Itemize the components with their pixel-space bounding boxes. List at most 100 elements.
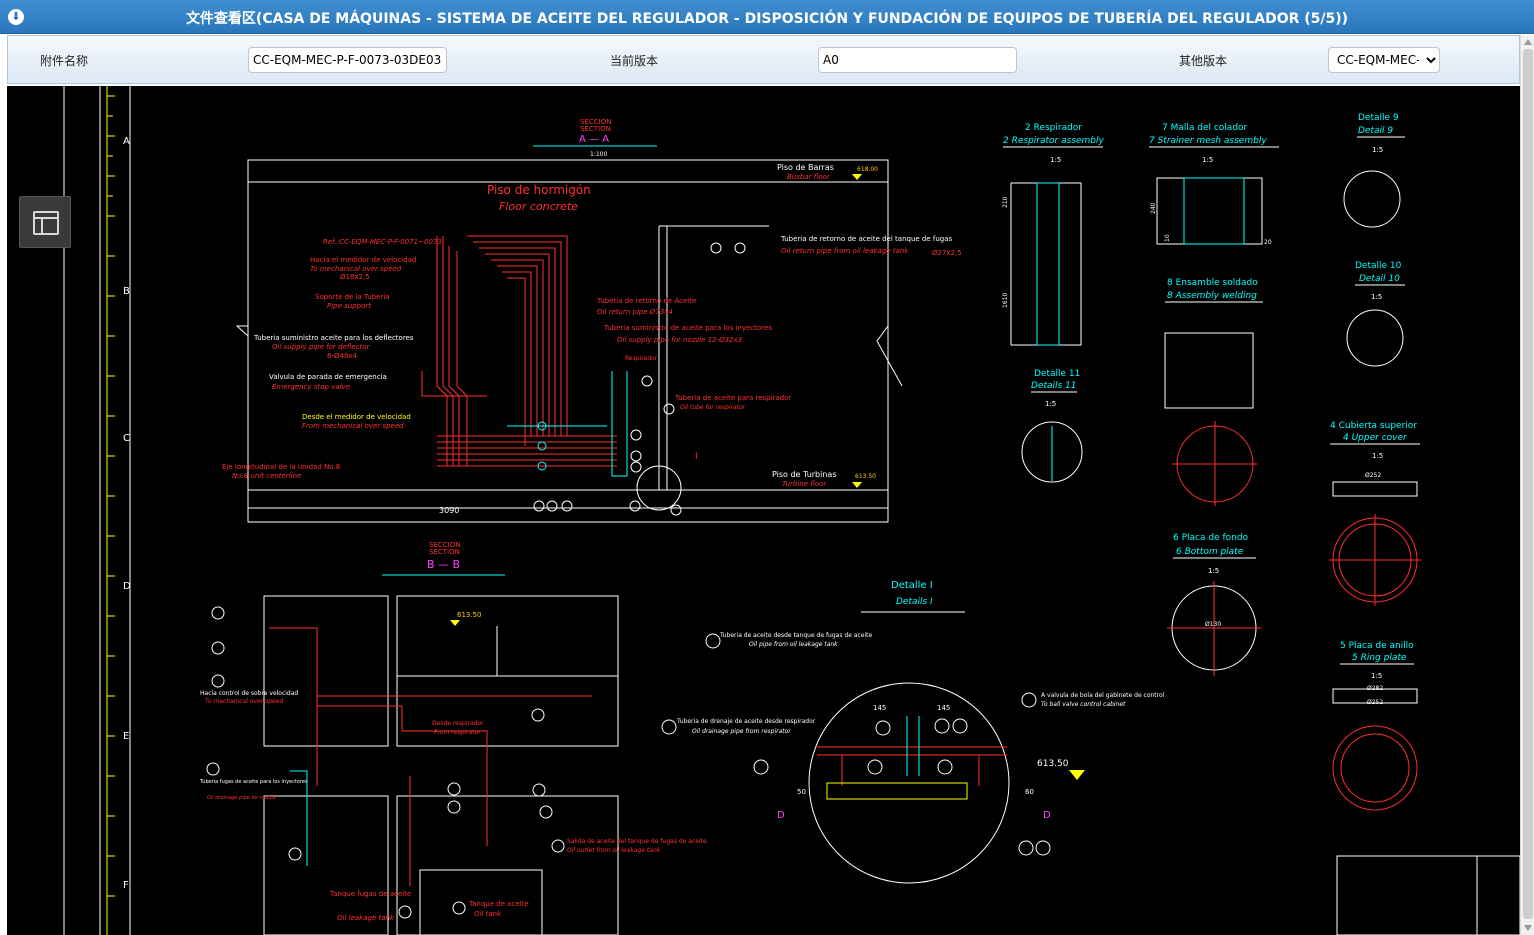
ruler-letter-f: F bbox=[123, 880, 129, 891]
scroll-up-arrow-icon[interactable] bbox=[1524, 39, 1532, 45]
detail-i-label-2-es: A valvula de bola del gabinete de contro… bbox=[1041, 692, 1165, 699]
detail-0-en: 2 Respirator assembly bbox=[1003, 136, 1105, 146]
details-underlines bbox=[1003, 136, 1420, 665]
callout-4-en: From mechanical over speed bbox=[302, 422, 404, 430]
ruler-letter-b: B bbox=[123, 286, 130, 297]
ruler-letter-a: A bbox=[123, 136, 130, 147]
callout-0-es: Hacia el medidor de velocidad bbox=[310, 256, 416, 264]
vertical-scrollbar[interactable] bbox=[1520, 35, 1534, 935]
callout-2-es: Tuberia suministro aceite para los defle… bbox=[253, 334, 414, 342]
detail-1-scale: 1:5 bbox=[1202, 156, 1213, 164]
detail-0-scale: 1:5 bbox=[1050, 156, 1061, 164]
detail-i-cyan bbox=[906, 716, 920, 776]
callout-0-size: Ø18x2.5 bbox=[340, 273, 370, 281]
det-dim-4: 20 bbox=[1264, 239, 1272, 246]
detail-i-labels: Tuberia de aceite desde tanque de fugas … bbox=[676, 632, 1165, 796]
attachment-form: 附件名称 当前版本 其他版本 CC-EQM-MEC-P-F-0073-03DE0… bbox=[7, 35, 1520, 84]
other-version-select[interactable]: CC-EQM-MEC-P-F-0073-03DE03 bbox=[1328, 47, 1440, 73]
window-layout-icon bbox=[33, 211, 59, 235]
detail-d-left: D bbox=[777, 810, 785, 821]
sidebar-toggle-button[interactable] bbox=[19, 196, 71, 248]
callout-9-size: Ø27x2.5 bbox=[932, 249, 962, 257]
det-dim-0: 210 bbox=[1002, 196, 1009, 208]
concrete-floor-es: Piso de hormigón bbox=[487, 183, 591, 197]
details-panel: 2 Respirador 2 Respirator assembly 1:5 7… bbox=[1003, 113, 1417, 680]
callout-1-en: Pipe support bbox=[327, 302, 371, 310]
section-b-label-3-en: Oil outlet from oil leakage tank bbox=[567, 847, 661, 854]
balloons-detail-i bbox=[661, 633, 1051, 856]
ruler-letter-d: D bbox=[123, 581, 131, 592]
section-a-title-en: SECTION bbox=[580, 125, 611, 133]
section-b-title-en: SECTION bbox=[429, 548, 460, 556]
ref-text: Ref.:CC-EQM-MEC-P-F-0071~0073 bbox=[323, 238, 442, 246]
detail-2-es: Detalle 9 bbox=[1358, 113, 1399, 123]
detail-i-title-es: Detalle I bbox=[891, 580, 933, 591]
detail-d-right: D bbox=[1043, 810, 1051, 821]
detail-6-en: 4 Upper cover bbox=[1343, 433, 1408, 443]
detail-i-title-en: Details I bbox=[896, 597, 933, 607]
scroll-down-arrow-icon[interactable] bbox=[1524, 925, 1532, 931]
section-b-mark: B — B bbox=[427, 558, 460, 571]
detail-i-base bbox=[826, 782, 968, 800]
turbine-floor-es: Piso de Turbinas bbox=[772, 470, 837, 479]
detail-4-es: Detalle 10 bbox=[1355, 261, 1402, 271]
scrollbar-thumb[interactable] bbox=[1523, 49, 1533, 919]
section-b-label-5-es: Tanque de aceite bbox=[468, 900, 529, 908]
detail-drawings-cyan bbox=[1036, 177, 1245, 481]
current-version-input[interactable] bbox=[818, 47, 1017, 73]
detail-i-dim-1: 145 bbox=[937, 704, 950, 712]
detail-i-dim-0: 145 bbox=[873, 704, 886, 712]
cad-drawing: A B C D E F SECCION SECTION A — A 1:100 … bbox=[63, 86, 1520, 935]
detail-7-en: 6 Bottom plate bbox=[1176, 547, 1244, 557]
detail-i-marker: I bbox=[695, 452, 698, 462]
detail-0-es: 2 Respirador bbox=[1025, 123, 1082, 133]
drawing-viewer[interactable]: A B C D E F SECCION SECTION A — A 1:100 … bbox=[7, 86, 1520, 935]
turbine-floor-en: Turbine floor bbox=[782, 480, 827, 488]
callout-8-en: Oil tube for respirator bbox=[680, 404, 746, 411]
attachment-name-label: 附件名称 bbox=[40, 54, 89, 68]
detail-7-es: 6 Placa de fondo bbox=[1173, 533, 1249, 543]
section-b-label-0-es: Hacia control de sobre velocidad bbox=[200, 690, 298, 697]
pipe-bundle bbox=[421, 235, 617, 467]
concrete-floor-en: Floor concrete bbox=[499, 200, 578, 213]
callout-6-es: Tuberia de retorno de Aceite bbox=[596, 297, 696, 305]
section-b-pipes bbox=[269, 627, 592, 886]
section-a-scale: 1:100 bbox=[590, 151, 607, 158]
detail-3-es: 8 Ensamble soldado bbox=[1167, 278, 1258, 288]
other-version-label: 其他版本 bbox=[1179, 54, 1228, 68]
dimension-3090: 3090 bbox=[439, 506, 459, 515]
det-dim-5: Ø252 bbox=[1365, 472, 1381, 479]
title-block bbox=[1336, 855, 1520, 935]
ruler-letter-e: E bbox=[123, 731, 129, 742]
detail-2-scale: 1:5 bbox=[1372, 146, 1383, 154]
detail-5-scale: 1:5 bbox=[1045, 400, 1056, 408]
detail-8-scale: 1:5 bbox=[1371, 672, 1382, 680]
callout-3-es: Valvula de parada de emergencia bbox=[269, 373, 387, 381]
callout-3-en: Emergency stop valve bbox=[272, 383, 350, 391]
callout-7-es: Tuberia suministro de aceite para los in… bbox=[603, 324, 772, 332]
ruler-letter-c: C bbox=[123, 433, 130, 444]
det-dim-8: Ø130 bbox=[1205, 621, 1221, 628]
section-b-label-1-es: Desde respirador bbox=[432, 720, 484, 727]
left-ruler bbox=[106, 86, 115, 935]
callout-9-en: Oil return pipe from oil leakage tank bbox=[781, 247, 909, 255]
section-b-label-3-es: Salida de aceite del tanque de fugas de … bbox=[567, 838, 707, 845]
detail-1-en: 7 Strainer mesh assembly bbox=[1149, 136, 1267, 146]
detail-i-dim-3: 60 bbox=[1025, 788, 1034, 796]
attachment-name-input[interactable] bbox=[248, 47, 447, 73]
section-b-label-4-es: Tanque fugas de aceite bbox=[329, 890, 411, 898]
detail-i-label-1-en: Oil drainage pipe from respirator bbox=[692, 728, 791, 735]
detail-i-label-0-en: Oil pipe from oil leakage tank bbox=[749, 641, 838, 648]
callout-2-size: 8-Ø48x4 bbox=[327, 352, 358, 360]
callout-5-en: No.8 unit centerline bbox=[232, 472, 301, 480]
balloons-a bbox=[533, 242, 746, 516]
window-title: 文件查看区(CASA DE MÁQUINAS - SISTEMA DE ACEI… bbox=[185, 11, 1349, 27]
section-b-level: 613.50 bbox=[457, 611, 482, 619]
section-b-label-2-es: Tuberia fugas de aceite para los inyecto… bbox=[199, 779, 308, 785]
det-dim-3: 10 bbox=[1164, 234, 1171, 242]
detail-1-es: 7 Malla del colador bbox=[1162, 123, 1248, 133]
callout-4-es: Desde el medidor de velocidad bbox=[302, 413, 411, 421]
respirador-label: Respirador bbox=[625, 355, 658, 362]
detail-i-label-1-es: Tuberia de drenaje de aceite desde respi… bbox=[676, 718, 816, 725]
callouts-b: Hacia control de sobre velocidad To mech… bbox=[199, 690, 707, 922]
